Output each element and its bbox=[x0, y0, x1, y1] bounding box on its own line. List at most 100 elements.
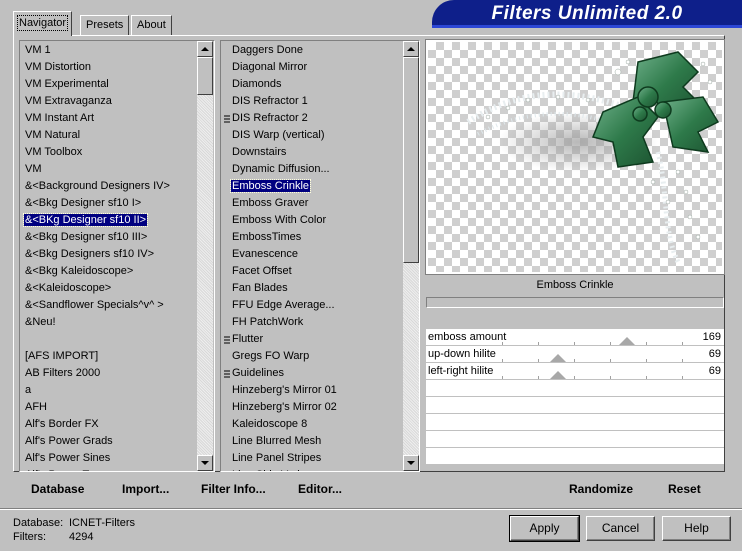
filter-item[interactable]: Flutter bbox=[221, 331, 419, 348]
filter-item[interactable]: Diamonds bbox=[221, 76, 419, 93]
parameter-sliders: emboss amount 169 up-down hilite 69 left… bbox=[426, 329, 724, 465]
slider-emboss-amount[interactable]: emboss amount 169 bbox=[426, 329, 724, 346]
category-item[interactable]: VM Distortion bbox=[20, 59, 214, 76]
slider-knob[interactable] bbox=[549, 354, 566, 362]
filter-scroll-thumb[interactable] bbox=[403, 57, 419, 263]
category-item[interactable]: a bbox=[20, 382, 214, 399]
randomize-button[interactable]: Randomize bbox=[569, 482, 633, 496]
filter-item[interactable]: DIS Refractor 2 bbox=[221, 110, 419, 127]
category-item-label: VM Extravaganza bbox=[25, 95, 112, 107]
slider-label: up-down hilite bbox=[428, 348, 496, 360]
arrow-up-icon bbox=[201, 47, 209, 51]
slider-up-down-hilite[interactable]: up-down hilite 69 bbox=[426, 346, 724, 363]
import-button[interactable]: Import... bbox=[122, 482, 169, 496]
category-item-label: VM Instant Art bbox=[25, 112, 95, 124]
category-item[interactable]: [AFS IMPORT] bbox=[20, 348, 214, 365]
category-item[interactable]: AFH bbox=[20, 399, 214, 416]
filter-list[interactable]: Daggers Done Diagonal Mirror Diamonds DIS R… bbox=[220, 40, 420, 472]
filter-scrollbar[interactable] bbox=[403, 41, 419, 471]
slider-empty bbox=[426, 397, 724, 414]
category-item[interactable]: VM bbox=[20, 161, 214, 178]
editor-button[interactable]: Editor... bbox=[298, 482, 342, 496]
filter-item[interactable]: Dynamic Diffusion... bbox=[221, 161, 419, 178]
filter-item[interactable]: Fan Blades bbox=[221, 280, 419, 297]
reset-button[interactable]: Reset bbox=[668, 482, 701, 496]
filter-item[interactable]: Line Blurred Mesh bbox=[221, 433, 419, 450]
category-item[interactable]: &<Bkg Designer sf10 I> bbox=[20, 195, 214, 212]
filter-item[interactable]: FH PatchWork bbox=[221, 314, 419, 331]
category-scroll-down-button[interactable] bbox=[197, 455, 213, 471]
category-list[interactable]: VM 1 VM Distortion VM Experimental VM Extra… bbox=[19, 40, 215, 472]
filter-group-icon bbox=[224, 370, 230, 378]
category-item[interactable]: &<Kaleidoscope> bbox=[20, 280, 214, 297]
category-item[interactable]: Alf's Power Grads bbox=[20, 433, 214, 450]
filter-item[interactable]: Emboss With Color bbox=[221, 212, 419, 229]
tab-navigator[interactable]: Navigator bbox=[13, 11, 73, 36]
category-item[interactable]: &<Sandflower Specials^v^ > bbox=[20, 297, 214, 314]
category-item[interactable]: Alf's Border FX bbox=[20, 416, 214, 433]
category-item[interactable]: &<Bkg Kaleidoscope> bbox=[20, 263, 214, 280]
filter-item-label: Emboss With Color bbox=[232, 214, 327, 226]
filter-item[interactable]: Emboss Graver bbox=[221, 195, 419, 212]
filter-item[interactable]: Evanescence bbox=[221, 246, 419, 263]
category-scroll-thumb[interactable] bbox=[197, 57, 213, 95]
tab-about[interactable]: About bbox=[131, 15, 172, 35]
category-item[interactable]: Alf's Power Toys bbox=[20, 467, 214, 471]
category-item[interactable]: VM Toolbox bbox=[20, 144, 214, 161]
filter-item[interactable]: Diagonal Mirror bbox=[221, 59, 419, 76]
filter-item[interactable]: Hinzeberg's Mirror 01 bbox=[221, 382, 419, 399]
category-item[interactable]: &<BKg Designer sf10 II> bbox=[20, 212, 214, 229]
category-scroll-up-button[interactable] bbox=[197, 41, 213, 57]
cancel-button[interactable]: Cancel bbox=[586, 516, 655, 541]
category-item-label: VM bbox=[25, 163, 42, 175]
filter-item[interactable]: Line Panel Stripes bbox=[221, 450, 419, 467]
cancel-button-label: Cancel bbox=[601, 521, 640, 535]
category-item[interactable]: &<Bkg Designers sf10 IV> bbox=[20, 246, 214, 263]
category-item[interactable]: VM Extravaganza bbox=[20, 93, 214, 110]
category-item[interactable]: Alf's Power Sines bbox=[20, 450, 214, 467]
filter-item-label: DIS Refractor 2 bbox=[232, 112, 308, 124]
slider-knob[interactable] bbox=[618, 337, 635, 345]
slider-ticks bbox=[502, 376, 694, 379]
slider-label: emboss amount bbox=[428, 331, 507, 343]
filter-item[interactable]: EmbossTimes bbox=[221, 229, 419, 246]
slider-ticks bbox=[502, 359, 694, 362]
filter-item[interactable]: Guidelines bbox=[221, 365, 419, 382]
category-item[interactable]: AB Filters 2000 bbox=[20, 365, 214, 382]
filter-item[interactable]: Emboss Crinkle bbox=[221, 178, 419, 195]
category-item-label: &<Bkg Kaleidoscope> bbox=[25, 265, 134, 277]
category-item[interactable]: &Neu! bbox=[20, 314, 214, 331]
filter-item[interactable]: Gregs FO Warp bbox=[221, 348, 419, 365]
category-item[interactable]: &<Bkg Designer sf10 III> bbox=[20, 229, 214, 246]
filter-item[interactable]: DIS Refractor 1 bbox=[221, 93, 419, 110]
filter-item[interactable]: Hinzeberg's Mirror 02 bbox=[221, 399, 419, 416]
filter-item[interactable]: Facet Offset bbox=[221, 263, 419, 280]
arrow-up-icon bbox=[407, 47, 415, 51]
category-item[interactable]: VM Experimental bbox=[20, 76, 214, 93]
filter-item[interactable]: FFU Edge Average... bbox=[221, 297, 419, 314]
filter-item[interactable]: Kaleidoscope 8 bbox=[221, 416, 419, 433]
help-button-label: Help bbox=[684, 521, 709, 535]
filter-item[interactable]: Downstairs bbox=[221, 144, 419, 161]
category-scrollbar[interactable] bbox=[197, 41, 213, 471]
filter-item-label: Facet Offset bbox=[232, 265, 292, 277]
help-button[interactable]: Help bbox=[662, 516, 731, 541]
filter-item[interactable]: Line Side Variance bbox=[221, 467, 419, 471]
apply-button[interactable]: Apply bbox=[509, 515, 580, 542]
filter-info-button[interactable]: Filter Info... bbox=[201, 482, 266, 496]
filter-scroll-down-button[interactable] bbox=[403, 455, 419, 471]
category-item[interactable]: &<Background Designers IV> bbox=[20, 178, 214, 195]
slider-value: 69 bbox=[708, 365, 721, 377]
slider-knob[interactable] bbox=[549, 371, 566, 379]
slider-left-right-hilite[interactable]: left-right hilite 69 bbox=[426, 363, 724, 380]
database-button[interactable]: Database bbox=[31, 482, 84, 496]
filter-item-label: Diamonds bbox=[232, 78, 282, 90]
category-item[interactable]: VM 1 bbox=[20, 42, 214, 59]
category-item[interactable] bbox=[20, 331, 214, 348]
category-item[interactable]: VM Instant Art bbox=[20, 110, 214, 127]
tab-presets[interactable]: Presets bbox=[80, 15, 130, 35]
filter-item[interactable]: DIS Warp (vertical) bbox=[221, 127, 419, 144]
category-item[interactable]: VM Natural bbox=[20, 127, 214, 144]
filter-scroll-up-button[interactable] bbox=[403, 41, 419, 57]
filter-item[interactable]: Daggers Done bbox=[221, 42, 419, 59]
